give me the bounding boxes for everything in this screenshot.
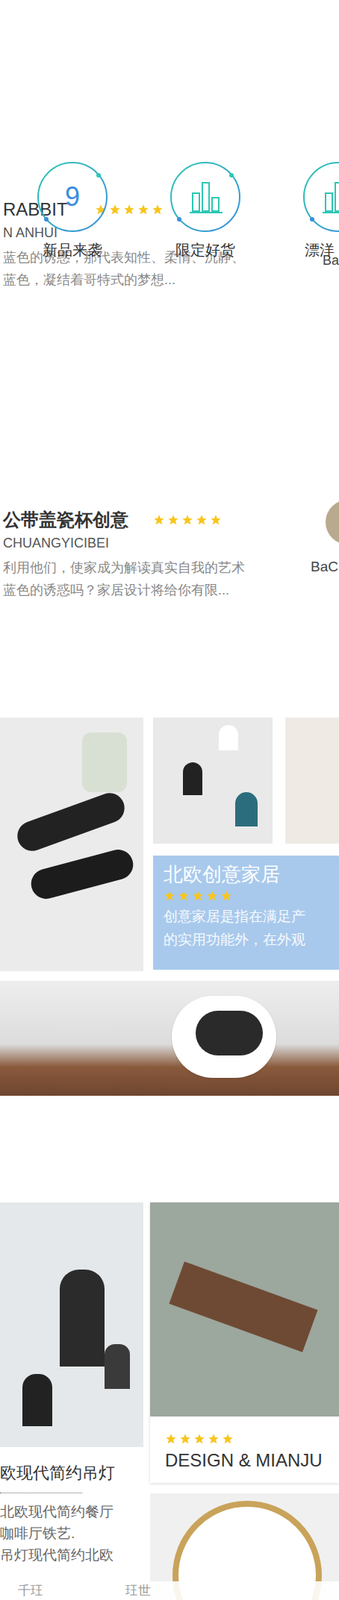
star-icon — [207, 1434, 220, 1447]
rating — [165, 1434, 325, 1447]
rating — [163, 890, 329, 903]
product-card[interactable]: DESIGN & MIANJU — [150, 1203, 339, 1485]
image-grid: 北欧创意家居 创意家居是指在满足产 的实用功能外，在外观 — [0, 718, 339, 973]
bar-chart-icon — [301, 160, 339, 234]
star-icon — [167, 514, 180, 527]
feature-line: 的实用功能外，在外观 — [163, 928, 329, 953]
nav-item[interactable]: 9 新品来袭 — [23, 160, 121, 260]
bar-chart-icon — [168, 160, 242, 234]
star-icon — [193, 1434, 206, 1447]
star-icon — [181, 514, 194, 527]
star-icon — [153, 514, 166, 527]
author-avatar[interactable] — [325, 500, 339, 546]
article-line: 蓝色的诱惑吗？家居设计将给你有限... — [2, 579, 337, 602]
product-photo[interactable] — [285, 718, 339, 845]
product-card[interactable]: 欧现代简约吊灯 北欧现代简约餐厅 咖啡厅铁艺. 吊灯现代简约北欧 — [0, 1203, 144, 1600]
product-title: DESIGN & MIANJU — [165, 1450, 325, 1474]
star-icon — [221, 1434, 234, 1447]
lamp-photo[interactable] — [153, 718, 273, 845]
star-icon — [195, 514, 208, 527]
nav-item[interactable]: 限定好货 — [156, 160, 254, 260]
page: RABBIT N ANHUI 蓝色的诱惑，那代表知性、柔情、沉静、 蓝色，凝结着… — [0, 0, 339, 1600]
feature-title: 北欧创意家居 — [163, 862, 329, 888]
star-icon — [137, 203, 150, 216]
product-line: 吊灯现代简约北欧 — [0, 1545, 144, 1568]
feature-line: 创意家居是指在满足产 — [163, 905, 329, 929]
shoes-photo[interactable] — [0, 718, 144, 973]
article-subtitle: CHUANGYICIBEI — [2, 534, 337, 553]
star-icon — [209, 514, 222, 527]
article-card[interactable]: 公带盖瓷杯创意 CHUANGYICIBEI 利用他们，使家成为解读真实自我的艺术… — [0, 509, 339, 602]
article-line: 利用他们，使家成为解读真实自我的艺术 — [2, 557, 337, 580]
article-title: 公带盖瓷杯创意 — [2, 509, 129, 532]
star-icon — [220, 890, 233, 903]
pendant-photo — [0, 1203, 144, 1449]
feature-card[interactable]: 北欧创意家居 创意家居是指在满足产 的实用功能外，在外观 — [153, 856, 339, 971]
star-icon — [206, 890, 219, 903]
star-icon — [165, 1434, 177, 1447]
tab[interactable]: 千玨 — [17, 1585, 44, 1600]
star-icon — [109, 203, 121, 216]
icon-number: 9 — [64, 182, 80, 213]
product-line: 北欧现代简约餐厅 — [0, 1502, 144, 1525]
tab-bar: 千玨 玨世 — [0, 1582, 339, 1600]
star-icon — [123, 203, 136, 216]
article-subtitle: N ANHUI — [2, 224, 337, 242]
product-title: 欧现代简约吊灯 — [0, 1465, 144, 1485]
category-nav: 9 新品来袭 限定好货 漂洋 — [0, 160, 339, 266]
rating — [153, 514, 222, 527]
product-line: 咖啡厅铁艺. — [0, 1524, 144, 1546]
star-icon — [191, 890, 204, 903]
product-list: 欧现代简约吊灯 北欧现代简约餐厅 咖啡厅铁艺. 吊灯现代简约北欧 DESIGN … — [0, 1203, 339, 1600]
star-icon — [177, 890, 190, 903]
nav-item[interactable]: 漂洋 — [289, 160, 339, 260]
star-icon — [151, 203, 164, 216]
chair-photo[interactable] — [0, 981, 339, 1097]
author-name: BaC — [310, 558, 339, 577]
shelf-photo — [150, 1203, 339, 1418]
author-name: Ba — [322, 252, 339, 269]
article-line: 蓝色，凝结着哥特式的梦想... — [2, 268, 337, 292]
nav-label: 限定好货 — [175, 241, 236, 260]
nav-label: 新品来袭 — [42, 241, 103, 260]
article-title: RABBIT — [2, 198, 68, 222]
tab[interactable]: 玨世 — [125, 1585, 151, 1600]
star-icon — [163, 890, 176, 903]
star-icon — [179, 1434, 192, 1447]
